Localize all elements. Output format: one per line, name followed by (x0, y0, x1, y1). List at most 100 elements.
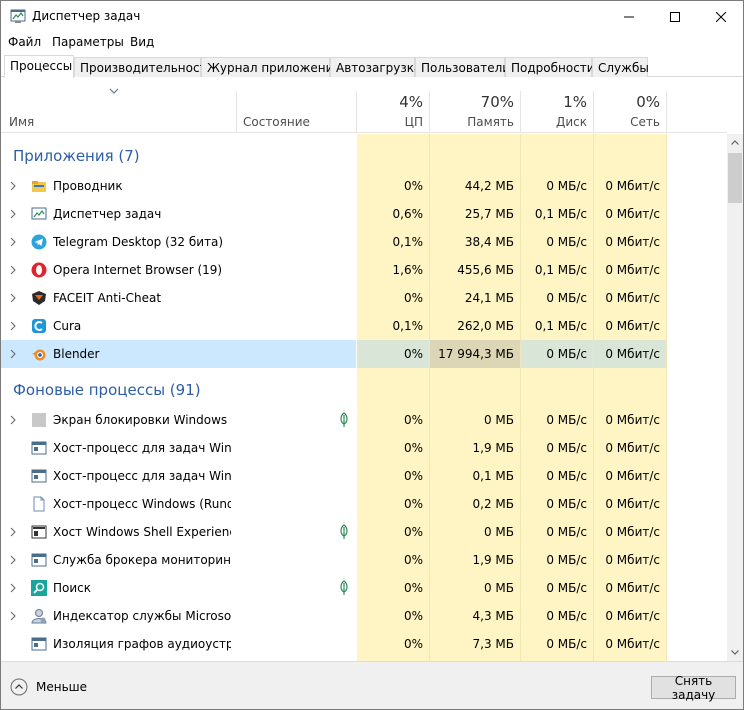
suspended-leaf-icon (340, 580, 348, 595)
minimize-icon (624, 16, 634, 17)
process-name: Проводник (53, 179, 123, 193)
expand-chevron-right-icon[interactable] (10, 555, 16, 565)
rundll-icon (33, 496, 45, 512)
memory-cell: 25,7 МБ (464, 207, 514, 221)
memory-cell: 262,0 МБ (457, 319, 514, 333)
fewer-details-link[interactable]: Меньше (36, 680, 87, 694)
network-cell: 0 Мбит/с (605, 263, 660, 277)
group-background-header[interactable]: Фоновые процессы (91) (13, 381, 201, 399)
memory-cell: 4,3 МБ (472, 609, 514, 623)
memory-cell: 455,6 МБ (457, 263, 514, 277)
header-disk[interactable]: 1% Диск (521, 77, 593, 133)
tab-strip: Процессы Производительность Журнал прило… (1, 55, 743, 78)
process-row[interactable]: Изоляция графов аудиоустро... 0% 7,3 МБ 0 М… (1, 630, 727, 658)
maximize-button[interactable] (652, 1, 698, 32)
header-name[interactable]: Имя (9, 115, 34, 129)
process-name: Служба брокера мониторинга... (53, 553, 231, 567)
header-disk-percent: 1% (563, 93, 587, 111)
header-status[interactable]: Состояние (243, 115, 310, 129)
header-network[interactable]: 0% Сеть (594, 77, 666, 133)
header-cpu[interactable]: 4% ЦП (357, 77, 429, 133)
process-row[interactable]: Поиск 0% 0 МБ 0 МБ/с 0 Мбит/с (1, 574, 727, 602)
process-row[interactable]: Telegram Desktop (32 бита) 0,1% 38,4 МБ 0 М… (1, 228, 727, 256)
process-row[interactable]: Экран блокировки Windows п... 0% 0 МБ 0 МБ/… (1, 406, 727, 434)
header-memory-label: Память (467, 115, 514, 129)
scroll-up-button[interactable] (727, 134, 743, 151)
expand-chevron-right-icon[interactable] (10, 293, 16, 303)
vertical-scrollbar[interactable] (727, 134, 743, 661)
expand-chevron-right-icon[interactable] (10, 237, 16, 247)
close-button[interactable] (698, 1, 743, 32)
tab-details[interactable]: Подробности (505, 57, 595, 77)
sort-chevron-down-icon[interactable] (109, 88, 119, 94)
memory-cell: 0 МБ (483, 581, 514, 595)
process-name: Opera Internet Browser (19) (53, 263, 223, 277)
process-row[interactable]: Индексатор службы Microsoft ... 0% 4,3 МБ 0… (1, 602, 727, 630)
expand-chevron-right-icon[interactable] (10, 527, 16, 537)
scroll-down-button[interactable] (727, 644, 743, 661)
suspended-leaf-icon (340, 524, 348, 539)
header-cpu-percent: 4% (399, 93, 423, 111)
process-name: Индексатор службы Microsoft ... (53, 609, 231, 623)
process-row[interactable]: Хост Windows Shell Experience 0% 0 МБ 0 МБ/… (1, 518, 727, 546)
explorer-icon (32, 181, 46, 192)
process-row[interactable]: Хост-процесс для задач Windo... 0% 1,9 МБ 0… (1, 434, 727, 462)
expand-chevron-right-icon[interactable] (10, 611, 16, 621)
collapse-chevron-up-icon[interactable] (10, 678, 28, 696)
expand-chevron-right-icon[interactable] (10, 583, 16, 593)
network-cell: 0 Мбит/с (605, 497, 660, 511)
tab-performance[interactable]: Производительность (74, 57, 214, 77)
process-name: FACEIT Anti-Cheat (53, 291, 162, 305)
cpu-cell: 0% (403, 179, 423, 193)
tab-startup[interactable]: Автозагрузка (330, 57, 421, 77)
menu-view[interactable]: Вид (130, 35, 154, 49)
process-row[interactable]: Opera Internet Browser (19) 1,6% 455,6 МБ 0… (1, 256, 727, 284)
faceit-icon (32, 291, 46, 305)
tab-app-history[interactable]: Журнал приложений (201, 57, 341, 77)
process-name: Хост-процесс Windows (Rundll... (53, 497, 231, 511)
tab-services[interactable]: Службы (592, 57, 649, 77)
expand-chevron-right-icon[interactable] (10, 209, 16, 219)
menu-options[interactable]: Параметры (52, 35, 124, 49)
process-row[interactable]: Хост-процесс Windows (Rundll... 0% 0,2 МБ 0… (1, 490, 727, 518)
expand-chevron-right-icon[interactable] (10, 265, 16, 275)
network-cell: 0 Мбит/с (605, 441, 660, 455)
disk-cell: 0,1 МБ/с (534, 319, 587, 333)
scroll-thumb[interactable] (728, 153, 742, 203)
process-row[interactable]: Диспетчер задач 0,6% 25,7 МБ 0,1 МБ/с 0 Мбит… (1, 200, 727, 228)
expand-chevron-right-icon[interactable] (10, 415, 16, 425)
process-row[interactable]: Хост-процесс для задач Windo... 0% 0,1 МБ 0… (1, 462, 727, 490)
minimize-button[interactable] (606, 1, 652, 32)
disk-cell: 0,1 МБ/с (534, 263, 587, 277)
process-row[interactable]: Проводник 0% 44,2 МБ 0 МБ/с 0 Мбит/с (1, 172, 727, 200)
process-list: Приложения (7) Фоновые процессы (91) Про… (1, 134, 727, 661)
expand-chevron-right-icon[interactable] (10, 349, 16, 359)
header-divider[interactable] (236, 91, 237, 133)
header-divider[interactable] (666, 91, 667, 133)
tab-users[interactable]: Пользователи (415, 57, 510, 77)
shell-experience-icon (31, 525, 47, 539)
expand-chevron-right-icon[interactable] (10, 181, 16, 191)
process-row[interactable]: FACEIT Anti-Cheat 0% 24,1 МБ 0 МБ/с 0 Мбит/с (1, 284, 727, 312)
search-icon (31, 580, 47, 596)
header-cpu-label: ЦП (404, 115, 423, 129)
disk-cell: 0 МБ/с (546, 291, 587, 305)
network-cell: 0 Мбит/с (605, 235, 660, 249)
cpu-cell: 0% (403, 581, 423, 595)
menu-file[interactable]: Файл (8, 35, 41, 49)
disk-cell: 0 МБ/с (546, 441, 587, 455)
process-row[interactable]: Cura 0,1% 262,0 МБ 0,1 МБ/с 0 Мбит/с (1, 312, 727, 340)
tab-processes[interactable]: Процессы (4, 55, 74, 78)
footer-bar: Меньше Снять задачу (1, 661, 743, 709)
expand-chevron-right-icon[interactable] (10, 321, 16, 331)
cpu-cell: 0% (403, 469, 423, 483)
memory-cell: 7,3 МБ (472, 637, 514, 651)
process-row[interactable]: Blender 0% 17 994,3 МБ 0 МБ/с 0 Мбит/с (1, 340, 727, 368)
end-task-button[interactable]: Снять задачу (651, 674, 736, 702)
cpu-cell: 0% (403, 525, 423, 539)
group-apps-header[interactable]: Приложения (7) (13, 147, 140, 165)
header-memory[interactable]: 70% Память (430, 77, 520, 133)
window-title: Диспетчер задач (32, 9, 141, 23)
process-row[interactable]: Служба брокера мониторинга... 0% 1,9 МБ 0 М… (1, 546, 727, 574)
menu-bar: Файл Параметры Вид (1, 32, 743, 52)
